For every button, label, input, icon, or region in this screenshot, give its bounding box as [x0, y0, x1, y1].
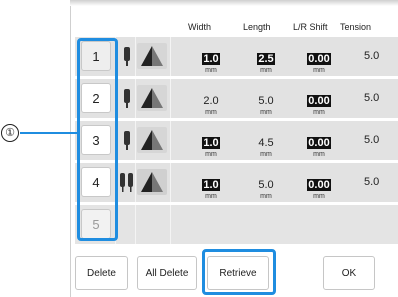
- panel-top-shadow: [70, 0, 398, 6]
- length-value[interactable]: 5.0 mm: [246, 175, 286, 200]
- lr-shift-value[interactable]: 0.00 mm: [299, 49, 339, 74]
- delete-button[interactable]: Delete: [75, 256, 128, 290]
- table-row[interactable]: 2 2.0 mm 5.0 mm 0.00 mm 5.0: [75, 79, 398, 118]
- presser-foot-cell: [137, 43, 167, 69]
- width-value[interactable]: 2.0 mm: [191, 91, 231, 116]
- tension-value[interactable]: 5.0: [364, 92, 379, 104]
- presser-foot-cell: [137, 85, 167, 111]
- tension-value[interactable]: 5.0: [364, 134, 379, 146]
- ok-button[interactable]: OK: [323, 256, 375, 290]
- single-needle-icon: [124, 89, 130, 108]
- single-needle-icon: [124, 131, 130, 150]
- twin-needle-icon: [120, 173, 133, 192]
- presser-foot-icon: [141, 172, 163, 192]
- length-value[interactable]: 5.0 mm: [246, 91, 286, 116]
- width-value[interactable]: 1.0 mm: [191, 175, 231, 200]
- table-row[interactable]: 4 1.0 mm 5.0 mm 0.00 mm 5.0: [75, 163, 398, 202]
- width-value[interactable]: 1.0 mm: [191, 49, 231, 74]
- number-column-highlight: [77, 38, 118, 241]
- all-delete-button[interactable]: All Delete: [137, 256, 197, 290]
- header-width: Width: [188, 22, 212, 32]
- table-row[interactable]: 1 1.0 mm 2.5 mm 0.00 mm 5.0: [75, 37, 398, 76]
- callout-leader-line: [20, 132, 77, 134]
- header-length: Length: [243, 22, 271, 32]
- presser-foot-cell: [137, 127, 167, 153]
- table-row[interactable]: 5: [75, 205, 398, 244]
- length-value[interactable]: 2.5 mm: [246, 49, 286, 74]
- retrieve-highlight: [202, 249, 276, 295]
- presser-foot-icon: [141, 130, 163, 150]
- length-value[interactable]: 4.5 mm: [246, 133, 286, 158]
- tension-value[interactable]: 5.0: [364, 176, 379, 188]
- lr-shift-value[interactable]: 0.00 mm: [299, 91, 339, 116]
- header-tension: Tension: [340, 22, 372, 32]
- table-row[interactable]: 3 1.0 mm 4.5 mm 0.00 mm 5.0: [75, 121, 398, 160]
- callout-marker: ①: [1, 124, 19, 142]
- lr-shift-value[interactable]: 0.00 mm: [299, 175, 339, 200]
- width-value[interactable]: 1.0 mm: [191, 133, 231, 158]
- presser-foot-icon: [141, 46, 163, 66]
- single-needle-icon: [124, 47, 130, 66]
- presser-foot-cell: [137, 169, 167, 195]
- header-lr-shift: L/R Shift: [293, 22, 328, 32]
- tension-value[interactable]: 5.0: [364, 50, 379, 62]
- presser-foot-icon: [141, 88, 163, 108]
- lr-shift-value[interactable]: 0.00 mm: [299, 133, 339, 158]
